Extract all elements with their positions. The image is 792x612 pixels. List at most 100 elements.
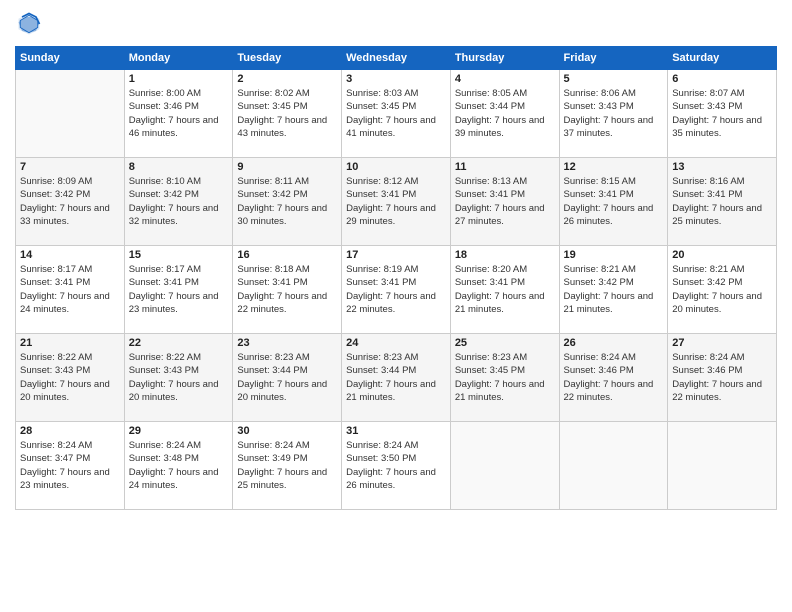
weekday-header-thursday: Thursday xyxy=(450,47,559,70)
calendar-cell: 12 Sunrise: 8:15 AMSunset: 3:41 PMDayligh… xyxy=(559,158,668,246)
day-info: Sunrise: 8:05 AMSunset: 3:44 PMDaylight:… xyxy=(455,87,555,140)
calendar-table: SundayMondayTuesdayWednesdayThursdayFrid… xyxy=(15,46,777,510)
day-number: 11 xyxy=(455,161,555,173)
day-number: 31 xyxy=(346,425,446,437)
calendar-cell xyxy=(450,422,559,510)
day-number: 30 xyxy=(237,425,337,437)
day-info: Sunrise: 8:15 AMSunset: 3:41 PMDaylight:… xyxy=(564,175,664,228)
day-info: Sunrise: 8:10 AMSunset: 3:42 PMDaylight:… xyxy=(129,175,229,228)
day-number: 26 xyxy=(564,337,664,349)
weekday-header-sunday: Sunday xyxy=(16,47,125,70)
header xyxy=(15,10,777,38)
calendar-week-row: 7 Sunrise: 8:09 AMSunset: 3:42 PMDaylight… xyxy=(16,158,777,246)
day-info: Sunrise: 8:19 AMSunset: 3:41 PMDaylight:… xyxy=(346,263,446,316)
day-number: 15 xyxy=(129,249,229,261)
weekday-header-monday: Monday xyxy=(124,47,233,70)
logo xyxy=(15,10,47,38)
calendar-cell: 19 Sunrise: 8:21 AMSunset: 3:42 PMDayligh… xyxy=(559,246,668,334)
weekday-header-saturday: Saturday xyxy=(668,47,777,70)
calendar-week-row: 21 Sunrise: 8:22 AMSunset: 3:43 PMDayligh… xyxy=(16,334,777,422)
day-info: Sunrise: 8:13 AMSunset: 3:41 PMDaylight:… xyxy=(455,175,555,228)
day-info: Sunrise: 8:24 AMSunset: 3:48 PMDaylight:… xyxy=(129,439,229,492)
day-number: 21 xyxy=(20,337,120,349)
day-number: 16 xyxy=(237,249,337,261)
day-number: 8 xyxy=(129,161,229,173)
calendar-week-row: 1 Sunrise: 8:00 AMSunset: 3:46 PMDaylight… xyxy=(16,70,777,158)
day-number: 9 xyxy=(237,161,337,173)
day-number: 28 xyxy=(20,425,120,437)
calendar-header-row: SundayMondayTuesdayWednesdayThursdayFrid… xyxy=(16,47,777,70)
logo-icon xyxy=(15,10,43,38)
day-info: Sunrise: 8:24 AMSunset: 3:50 PMDaylight:… xyxy=(346,439,446,492)
day-info: Sunrise: 8:23 AMSunset: 3:45 PMDaylight:… xyxy=(455,351,555,404)
calendar-cell: 29 Sunrise: 8:24 AMSunset: 3:48 PMDayligh… xyxy=(124,422,233,510)
calendar-cell: 11 Sunrise: 8:13 AMSunset: 3:41 PMDayligh… xyxy=(450,158,559,246)
calendar-cell: 30 Sunrise: 8:24 AMSunset: 3:49 PMDayligh… xyxy=(233,422,342,510)
calendar-cell: 13 Sunrise: 8:16 AMSunset: 3:41 PMDayligh… xyxy=(668,158,777,246)
day-number: 18 xyxy=(455,249,555,261)
calendar-cell: 9 Sunrise: 8:11 AMSunset: 3:42 PMDaylight… xyxy=(233,158,342,246)
day-info: Sunrise: 8:21 AMSunset: 3:42 PMDaylight:… xyxy=(564,263,664,316)
day-info: Sunrise: 8:11 AMSunset: 3:42 PMDaylight:… xyxy=(237,175,337,228)
day-info: Sunrise: 8:00 AMSunset: 3:46 PMDaylight:… xyxy=(129,87,229,140)
day-info: Sunrise: 8:09 AMSunset: 3:42 PMDaylight:… xyxy=(20,175,120,228)
day-number: 25 xyxy=(455,337,555,349)
day-info: Sunrise: 8:22 AMSunset: 3:43 PMDaylight:… xyxy=(20,351,120,404)
calendar-cell: 21 Sunrise: 8:22 AMSunset: 3:43 PMDayligh… xyxy=(16,334,125,422)
calendar-cell: 10 Sunrise: 8:12 AMSunset: 3:41 PMDayligh… xyxy=(342,158,451,246)
calendar-cell: 25 Sunrise: 8:23 AMSunset: 3:45 PMDayligh… xyxy=(450,334,559,422)
calendar-cell: 4 Sunrise: 8:05 AMSunset: 3:44 PMDaylight… xyxy=(450,70,559,158)
day-info: Sunrise: 8:24 AMSunset: 3:49 PMDaylight:… xyxy=(237,439,337,492)
day-number: 20 xyxy=(672,249,772,261)
day-info: Sunrise: 8:06 AMSunset: 3:43 PMDaylight:… xyxy=(564,87,664,140)
day-info: Sunrise: 8:17 AMSunset: 3:41 PMDaylight:… xyxy=(129,263,229,316)
day-number: 6 xyxy=(672,73,772,85)
calendar-cell: 18 Sunrise: 8:20 AMSunset: 3:41 PMDayligh… xyxy=(450,246,559,334)
day-info: Sunrise: 8:24 AMSunset: 3:46 PMDaylight:… xyxy=(564,351,664,404)
day-number: 5 xyxy=(564,73,664,85)
day-number: 13 xyxy=(672,161,772,173)
day-number: 3 xyxy=(346,73,446,85)
day-number: 19 xyxy=(564,249,664,261)
calendar-cell: 7 Sunrise: 8:09 AMSunset: 3:42 PMDaylight… xyxy=(16,158,125,246)
day-info: Sunrise: 8:20 AMSunset: 3:41 PMDaylight:… xyxy=(455,263,555,316)
weekday-header-wednesday: Wednesday xyxy=(342,47,451,70)
day-info: Sunrise: 8:12 AMSunset: 3:41 PMDaylight:… xyxy=(346,175,446,228)
calendar-cell: 2Sunrise: 8:02 AMSunset: 3:45 PMDaylight… xyxy=(233,70,342,158)
day-number: 22 xyxy=(129,337,229,349)
day-number: 7 xyxy=(20,161,120,173)
calendar-cell: 16 Sunrise: 8:18 AMSunset: 3:41 PMDayligh… xyxy=(233,246,342,334)
calendar-cell xyxy=(16,70,125,158)
calendar-cell: 31 Sunrise: 8:24 AMSunset: 3:50 PMDayligh… xyxy=(342,422,451,510)
calendar-cell: 8 Sunrise: 8:10 AMSunset: 3:42 PMDaylight… xyxy=(124,158,233,246)
day-info: Sunrise: 8:16 AMSunset: 3:41 PMDaylight:… xyxy=(672,175,772,228)
day-info: Sunrise: 8:02 AMSunset: 3:45 PMDaylight:… xyxy=(237,87,337,140)
day-number: 23 xyxy=(237,337,337,349)
day-number: 10 xyxy=(346,161,446,173)
calendar-cell: 17 Sunrise: 8:19 AMSunset: 3:41 PMDayligh… xyxy=(342,246,451,334)
day-info: Sunrise: 8:24 AMSunset: 3:46 PMDaylight:… xyxy=(672,351,772,404)
calendar-cell: 15 Sunrise: 8:17 AMSunset: 3:41 PMDayligh… xyxy=(124,246,233,334)
day-info: Sunrise: 8:18 AMSunset: 3:41 PMDaylight:… xyxy=(237,263,337,316)
calendar-cell: 28Sunrise: 8:24 AMSunset: 3:47 PMDayligh… xyxy=(16,422,125,510)
day-number: 17 xyxy=(346,249,446,261)
day-number: 29 xyxy=(129,425,229,437)
calendar-cell: 24Sunrise: 8:23 AMSunset: 3:44 PMDayligh… xyxy=(342,334,451,422)
calendar-cell: 27 Sunrise: 8:24 AMSunset: 3:46 PMDayligh… xyxy=(668,334,777,422)
day-info: Sunrise: 8:17 AMSunset: 3:41 PMDaylight:… xyxy=(20,263,120,316)
calendar-cell: 22Sunrise: 8:22 AMSunset: 3:43 PMDayligh… xyxy=(124,334,233,422)
page: SundayMondayTuesdayWednesdayThursdayFrid… xyxy=(0,0,792,612)
day-info: Sunrise: 8:23 AMSunset: 3:44 PMDaylight:… xyxy=(346,351,446,404)
day-info: Sunrise: 8:23 AMSunset: 3:44 PMDaylight:… xyxy=(237,351,337,404)
day-info: Sunrise: 8:21 AMSunset: 3:42 PMDaylight:… xyxy=(672,263,772,316)
day-number: 27 xyxy=(672,337,772,349)
calendar-cell: 23 Sunrise: 8:23 AMSunset: 3:44 PMDayligh… xyxy=(233,334,342,422)
day-number: 4 xyxy=(455,73,555,85)
day-number: 14 xyxy=(20,249,120,261)
day-number: 1 xyxy=(129,73,229,85)
weekday-header-tuesday: Tuesday xyxy=(233,47,342,70)
calendar-cell: 5 Sunrise: 8:06 AMSunset: 3:43 PMDaylight… xyxy=(559,70,668,158)
day-number: 12 xyxy=(564,161,664,173)
calendar-cell: 1 Sunrise: 8:00 AMSunset: 3:46 PMDaylight… xyxy=(124,70,233,158)
calendar-week-row: 28Sunrise: 8:24 AMSunset: 3:47 PMDayligh… xyxy=(16,422,777,510)
